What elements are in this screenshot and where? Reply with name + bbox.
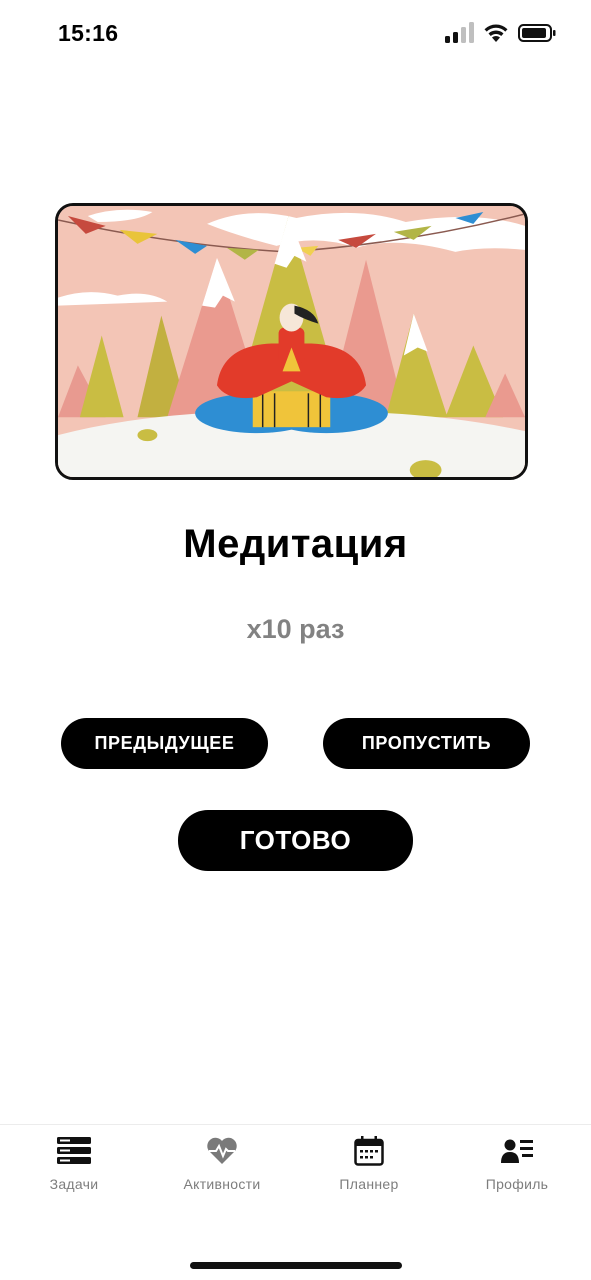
status-icons [445, 22, 556, 46]
wifi-icon [484, 24, 508, 42]
tab-profile-label: Профиль [485, 1176, 549, 1192]
exercise-repetitions: x10 раз [246, 614, 345, 644]
tab-tasks[interactable]: Задачи [0, 1125, 148, 1205]
tab-planner[interactable]: Планнер [295, 1125, 443, 1205]
screen: 15:16 Медитация x10 раз ПРЕДЫДУЩЕЕ ПРОПУ… [0, 0, 591, 1280]
tab-activities[interactable]: Активности [148, 1125, 296, 1205]
tab-profile[interactable]: Профиль [443, 1125, 591, 1205]
battery-icon [518, 24, 556, 42]
skip-button[interactable]: ПРОПУСТИТЬ [323, 718, 530, 769]
exercise-title: Медитация [183, 522, 408, 566]
meditation-illustration [55, 203, 528, 480]
previous-button[interactable]: ПРЕДЫДУЩЕЕ [61, 718, 268, 769]
cellular-signal-icon [445, 22, 474, 43]
tab-bar: Задачи Активности Планнер Профиль [0, 1124, 591, 1234]
profile-icon [499, 1135, 535, 1167]
tab-planner-label: Планнер [339, 1176, 399, 1192]
status-time: 15:16 [58, 20, 119, 46]
calendar-icon [351, 1135, 387, 1167]
tab-activities-label: Активности [183, 1176, 261, 1192]
heart-pulse-icon [204, 1135, 240, 1167]
home-indicator[interactable] [190, 1262, 402, 1269]
tab-tasks-label: Задачи [49, 1176, 99, 1192]
done-button[interactable]: ГОТОВО [178, 810, 413, 871]
status-bar: 15:16 [0, 0, 591, 70]
tasks-icon [56, 1135, 92, 1167]
